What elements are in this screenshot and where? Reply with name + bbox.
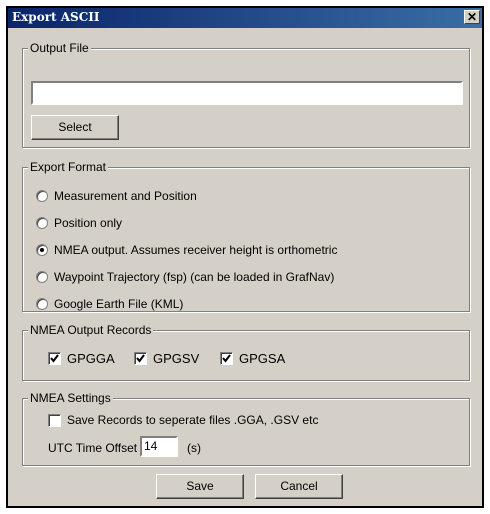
check-mark-icon bbox=[136, 354, 145, 363]
dialog-title: Export ASCII bbox=[12, 10, 100, 24]
radio-dot-icon bbox=[40, 248, 44, 252]
radio-label: Position only bbox=[54, 216, 123, 230]
utc-offset-label: UTC Time Offset bbox=[48, 441, 138, 455]
check-mark-icon bbox=[50, 354, 59, 363]
check-mark-icon bbox=[222, 354, 231, 363]
checkbox-checked[interactable] bbox=[48, 352, 61, 365]
nmea-output-records-legend: NMEA Output Records bbox=[28, 323, 154, 337]
radio-button-selected[interactable] bbox=[36, 244, 48, 256]
checkbox-label: Save Records to seperate files .GGA, .GS… bbox=[67, 413, 319, 427]
radio-label: Waypoint Trajectory (fsp) (can be loaded… bbox=[54, 270, 335, 284]
close-icon[interactable]: ✕ bbox=[464, 10, 480, 24]
radio-button[interactable] bbox=[36, 190, 48, 202]
utc-offset-unit: (s) bbox=[187, 441, 201, 455]
export-format-legend: Export Format bbox=[28, 160, 109, 174]
output-file-path-input[interactable] bbox=[31, 81, 463, 105]
checkbox-unchecked[interactable] bbox=[48, 414, 61, 427]
export-ascii-dialog: Export ASCII ✕ Output File Select Export… bbox=[5, 5, 485, 509]
cancel-button[interactable]: Cancel bbox=[255, 474, 343, 499]
export-format-group: Export Format Measurement and Position P… bbox=[22, 160, 470, 312]
checkbox-label: GPGSA bbox=[239, 351, 286, 366]
radio-label: Google Earth File (KML) bbox=[54, 297, 184, 311]
radio-label: Measurement and Position bbox=[54, 189, 197, 203]
nmea-settings-group: NMEA Settings Save Records to seperate f… bbox=[22, 391, 470, 466]
radio-button[interactable] bbox=[36, 298, 48, 310]
checkbox-checked[interactable] bbox=[220, 352, 233, 365]
nmea-output-records-group: NMEA Output Records GPGGA GPGSV GPGSA bbox=[22, 323, 470, 381]
utc-offset-input[interactable]: 14 bbox=[140, 436, 178, 457]
title-bar[interactable]: Export ASCII ✕ bbox=[8, 8, 482, 28]
nmea-settings-legend: NMEA Settings bbox=[28, 391, 113, 405]
select-button[interactable]: Select bbox=[31, 115, 119, 140]
checkbox-checked[interactable] bbox=[134, 352, 147, 365]
checkbox-label: GPGGA bbox=[67, 351, 115, 366]
save-button[interactable]: Save bbox=[156, 474, 244, 499]
checkbox-label: GPGSV bbox=[153, 351, 200, 366]
radio-button[interactable] bbox=[36, 271, 48, 283]
radio-button[interactable] bbox=[36, 217, 48, 229]
radio-label: NMEA output. Assumes receiver height is … bbox=[54, 243, 338, 257]
output-file-group: Output File Select bbox=[22, 41, 470, 148]
output-file-legend: Output File bbox=[28, 41, 91, 55]
